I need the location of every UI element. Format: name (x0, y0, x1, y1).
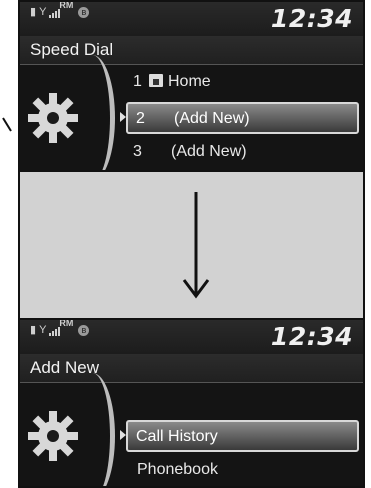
status-bar: ▮ Y RM ʙ 12:34 (20, 2, 363, 36)
bluetooth-icon: ʙ (78, 325, 90, 336)
item-label: (Add New) (174, 110, 250, 127)
status-bar: ▮ Y RM ʙ 12:34 (20, 320, 363, 354)
down-arrow-icon (182, 192, 210, 299)
item-label: (Add New) (171, 143, 247, 160)
speed-dial-item-1[interactable]: 1 Home (125, 67, 359, 97)
dial-arc (70, 373, 115, 486)
home-icon (149, 74, 163, 87)
status-icons: ▮ Y RM ʙ (30, 320, 90, 336)
speed-dial-screen: ▮ Y RM ʙ 12:34 Speed Dial 1 Home 2 (Add … (18, 0, 365, 172)
speed-dial-menu: 1 Home 2 (Add New) 3 (Add New) (20, 55, 363, 170)
menu-item-call-history[interactable]: Call History (126, 420, 359, 452)
speed-dial-item-2[interactable]: 2 (Add New) (126, 102, 359, 134)
add-new-menu: Call History Phonebook (20, 373, 363, 486)
speed-dial-item-3[interactable]: 3 (Add New) (125, 137, 359, 167)
battery-icon: ▮ (30, 6, 37, 18)
settings-dial[interactable] (20, 55, 120, 170)
item-label: Phonebook (137, 461, 218, 478)
add-new-screen: ▮ Y RM ʙ 12:34 Add New Call History Phon… (18, 318, 365, 488)
item-label: Home (168, 73, 211, 90)
clock: 12:34 (270, 322, 353, 351)
bluetooth-icon: ʙ (78, 7, 90, 18)
status-icons: ▮ Y RM ʙ (30, 2, 90, 18)
clock: 12:34 (270, 4, 353, 33)
settings-dial[interactable] (20, 373, 120, 486)
antenna-icon: Y (39, 324, 47, 336)
battery-icon: ▮ (30, 324, 37, 336)
roaming-indicator: RM (59, 0, 74, 10)
menu-item-phonebook[interactable]: Phonebook (125, 455, 359, 485)
item-label: Call History (136, 428, 218, 445)
page-title: Add New (20, 354, 363, 383)
page-title: Speed Dial (20, 36, 363, 65)
antenna-icon: Y (39, 6, 47, 18)
transition-panel (18, 172, 365, 318)
dial-arc (70, 55, 115, 170)
callout-tick-mark (2, 117, 12, 132)
roaming-indicator: RM (59, 318, 74, 328)
